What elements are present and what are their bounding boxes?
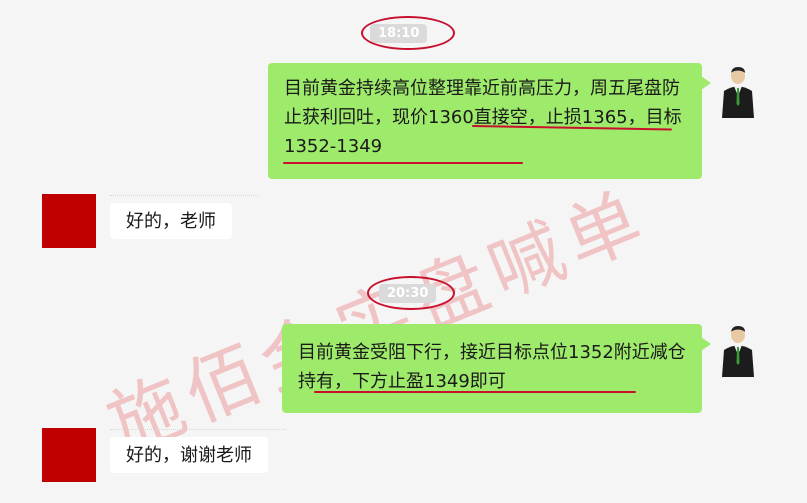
sender-avatar-icon[interactable] xyxy=(718,323,758,377)
annotation-underline xyxy=(283,162,523,164)
receiver-avatar[interactable] xyxy=(42,194,96,248)
message-bubble-sent[interactable]: 目前黄金受阻下行，接近目标点位1352附近减仓持有，下方止盈1349即可 xyxy=(282,324,711,413)
divider xyxy=(110,429,286,431)
timestamp: 20:30 xyxy=(379,284,437,303)
timestamp: 18:10 xyxy=(370,24,428,43)
annotation-underline xyxy=(314,391,636,393)
receiver-avatar[interactable] xyxy=(42,428,96,482)
message-bubble-received[interactable]: 好的，谢谢老师 xyxy=(110,437,268,473)
sender-avatar-icon[interactable] xyxy=(718,64,758,118)
divider xyxy=(110,195,258,197)
message-bubble-received[interactable]: 好的，老师 xyxy=(110,203,232,239)
